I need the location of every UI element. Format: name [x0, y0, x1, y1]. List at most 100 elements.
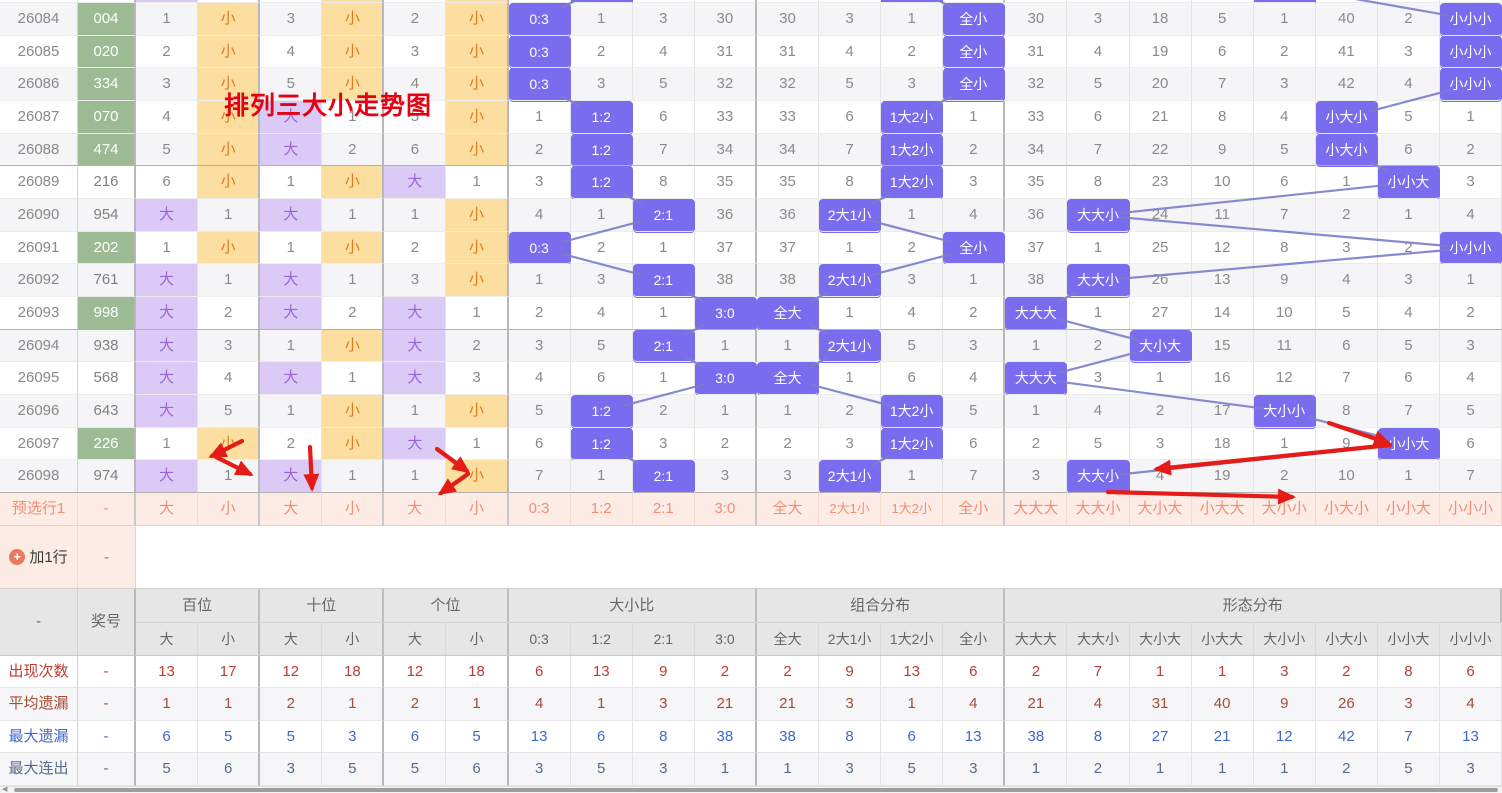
- preselect-cell[interactable]: 小大大: [1192, 493, 1254, 526]
- trend-cell: 3:0: [695, 297, 757, 330]
- preselect-cell[interactable]: 全小: [943, 493, 1005, 526]
- preselect-cell[interactable]: 0:3: [509, 493, 571, 526]
- trend-cell: 12: [1254, 362, 1316, 395]
- trend-cell: 8: [633, 166, 695, 199]
- scrollbar-thumb[interactable]: [14, 788, 1498, 792]
- trend-cell: 2大1小: [819, 460, 881, 493]
- preselect-cell[interactable]: 1大2小: [881, 493, 943, 526]
- column-header: 大: [384, 623, 446, 655]
- horizontal-scrollbar[interactable]: ◀: [0, 786, 1502, 793]
- trend-cell: 小: [446, 3, 508, 36]
- stat-value: 3: [633, 688, 695, 721]
- stat-value: 4: [943, 688, 1005, 721]
- preselect-cell[interactable]: 3:0: [695, 493, 757, 526]
- trend-cell: 3: [136, 68, 198, 101]
- table-row: 26093998大2大2大12413:0全大142大大大1271410542: [0, 297, 1502, 330]
- trend-cell: 1: [198, 264, 260, 297]
- trend-cell: 5: [198, 395, 260, 428]
- trend-cell: 9: [1316, 428, 1378, 461]
- stat-value: 2: [1005, 656, 1067, 689]
- trend-cell: 3: [943, 166, 1005, 199]
- trend-cell: 1: [260, 166, 322, 199]
- stat-value: 9: [633, 656, 695, 689]
- trend-cell: 1: [1067, 232, 1129, 265]
- preselect-cell[interactable]: 1:2: [571, 493, 633, 526]
- preselect-cell[interactable]: 大大小: [1067, 493, 1129, 526]
- stat-dash: -: [78, 656, 136, 689]
- table-header: -奖号百位十位个位大小比组合分布形态分布大小大小大小0:31:22:13:0全大…: [0, 589, 1502, 656]
- trend-cell: 2: [571, 232, 633, 265]
- preselect-cell[interactable]: 小大小: [1316, 493, 1378, 526]
- trend-cell: 1: [260, 232, 322, 265]
- preselect-cell[interactable]: 小小小: [1440, 493, 1502, 526]
- trend-cell: 大: [384, 297, 446, 330]
- trend-cell: 2:1: [633, 330, 695, 363]
- trend-cell: 5: [1440, 395, 1502, 428]
- trend-cell: 3: [1440, 166, 1502, 199]
- preselect-cell[interactable]: 小小大: [1378, 493, 1440, 526]
- preselect-cell[interactable]: 大大大: [1005, 493, 1067, 526]
- trend-cell: 1: [1440, 264, 1502, 297]
- preselect-cell[interactable]: 大小小: [1254, 493, 1316, 526]
- trend-cell: 3: [1316, 232, 1378, 265]
- trend-cell: 1: [695, 395, 757, 428]
- trend-cell: 大: [260, 134, 322, 167]
- preselect-cell[interactable]: 2大1小: [819, 493, 881, 526]
- add-row-button[interactable]: +加1行: [0, 526, 78, 589]
- trend-cell: 7: [943, 460, 1005, 493]
- trend-cell: 0:3: [509, 68, 571, 101]
- trend-cell: 35: [695, 166, 757, 199]
- trend-cell: 4: [1067, 395, 1129, 428]
- stat-value: 6: [446, 753, 508, 786]
- trend-cell: 6: [819, 101, 881, 134]
- trend-cell: 2:1: [633, 199, 695, 232]
- preselect-cell[interactable]: 2:1: [633, 493, 695, 526]
- column-header: 小小大: [1378, 623, 1440, 655]
- stat-value: 1: [198, 688, 260, 721]
- column-header: 小: [322, 623, 384, 655]
- stat-value: 8: [633, 721, 695, 754]
- add-row-label: 加1行: [29, 546, 67, 567]
- trend-cell: 3: [509, 330, 571, 363]
- trend-cell: 34: [1005, 134, 1067, 167]
- trend-cell: 6: [1067, 101, 1129, 134]
- trend-cell: 小: [322, 36, 384, 69]
- preselect-cell[interactable]: 小: [198, 493, 260, 526]
- trend-cell: 大: [136, 460, 198, 493]
- preselect-cell[interactable]: 大: [384, 493, 446, 526]
- preselect-cell[interactable]: 小: [446, 493, 508, 526]
- trend-cell: 5: [1316, 297, 1378, 330]
- trend-cell: 1大2小: [881, 166, 943, 199]
- trend-cell: 4: [509, 199, 571, 232]
- preselect-cell[interactable]: 全大: [757, 493, 819, 526]
- stat-value: 5: [198, 721, 260, 754]
- table-row: 260850202小4小3小0:324313142全小3141962413小小小: [0, 36, 1502, 69]
- column-group-header: 十位: [260, 589, 384, 622]
- preselect-cell[interactable]: 小: [322, 493, 384, 526]
- trend-cell: 2: [943, 297, 1005, 330]
- trend-cell: 3: [1378, 264, 1440, 297]
- trend-cell: 小小小: [1440, 3, 1502, 36]
- trend-cell: 全大: [757, 297, 819, 330]
- table-row: 26096643大51小1小51:221121大2小514217大小小875: [0, 395, 1502, 428]
- trend-cell: 6: [571, 362, 633, 395]
- scrollbar-left-arrow-icon[interactable]: ◀: [2, 785, 7, 793]
- trend-cell: 35: [757, 166, 819, 199]
- stat-dash: -: [78, 721, 136, 754]
- prize-cell: 020: [78, 36, 136, 69]
- prize-cell: 938: [78, 330, 136, 363]
- trend-cell: 38: [1005, 264, 1067, 297]
- trend-cell: 41: [1316, 36, 1378, 69]
- preselect-cell[interactable]: 大: [260, 493, 322, 526]
- table-row: 260972261小2小大161:232231大2小62531819小小大6: [0, 428, 1502, 461]
- preselect-cell[interactable]: 大小大: [1130, 493, 1192, 526]
- period-cell: 26097: [0, 428, 78, 461]
- stat-value: 5: [446, 721, 508, 754]
- prize-cell: 334: [78, 68, 136, 101]
- trend-cell: 4: [819, 36, 881, 69]
- trend-cell: 1: [571, 460, 633, 493]
- trend-cell: 4: [1130, 460, 1192, 493]
- trend-cell: 5: [384, 101, 446, 134]
- trend-cell: 0:3: [509, 232, 571, 265]
- preselect-cell[interactable]: 大: [136, 493, 198, 526]
